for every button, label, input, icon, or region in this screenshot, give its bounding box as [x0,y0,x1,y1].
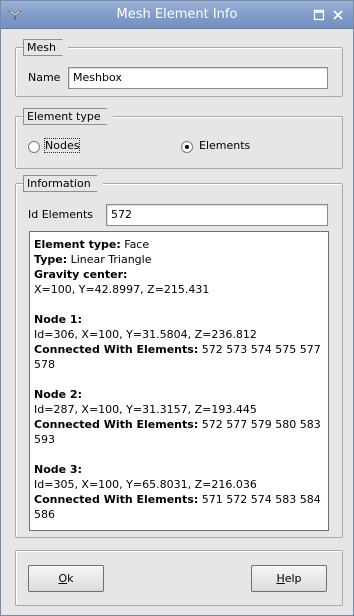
help-button[interactable]: Help [251,565,327,592]
title-bar[interactable]: Mesh Element Info [1,1,353,29]
information-group: Information Id Elements 572 Element type… [15,183,343,538]
node-coords: Id=287, X=100, Y=31.3157, Z=193.445 [34,403,257,416]
close-icon[interactable] [332,9,344,21]
id-elements-label: Id Elements [28,208,93,221]
node-coords: Id=306, X=100, Y=31.5804, Z=236.812 [34,328,257,341]
window-title: Mesh Element Info [116,7,238,22]
element-type-group: Element type Nodes Elements [15,116,343,169]
radio-nodes-indicator[interactable] [28,141,40,153]
element-type-group-title: Element type [23,108,114,125]
maximize-icon[interactable] [313,9,325,21]
id-elements-field[interactable]: 572 [106,204,328,226]
information-group-title: Information [23,175,104,192]
gravity-center-value: X=100, Y=42.8997, Z=215.431 [34,283,210,296]
mesh-group: Mesh Name Meshbox [15,47,343,97]
node-connected: Connected With Elements: 571 572 574 583… [34,493,321,521]
node-connected: Connected With Elements: 572 573 574 575… [34,343,321,371]
node-title: Node 2: [34,388,82,401]
button-panel: Ok Help [15,550,343,606]
ok-button[interactable]: Ok [28,565,104,592]
mesh-name-field[interactable]: Meshbox [68,67,328,89]
name-label: Name [28,71,61,84]
node-title: Node 1: [34,313,82,326]
node-title: Node 3: [34,463,82,476]
node-coords: Id=305, X=100, Y=65.8031, Z=216.036 [34,478,257,491]
radio-elements-indicator[interactable] [181,141,193,153]
mesh-group-title: Mesh [23,39,69,56]
node-connected: Connected With Elements: 572 577 579 580… [34,418,321,446]
radio-elements-label[interactable]: Elements [199,139,250,152]
element-info-text[interactable]: Element type: Face Type: Linear Triangle… [29,231,329,531]
mesh-element-info-window: Mesh Element Info Mesh Name Meshbox Elem… [0,0,354,616]
radio-nodes-label[interactable]: Nodes [43,138,81,153]
